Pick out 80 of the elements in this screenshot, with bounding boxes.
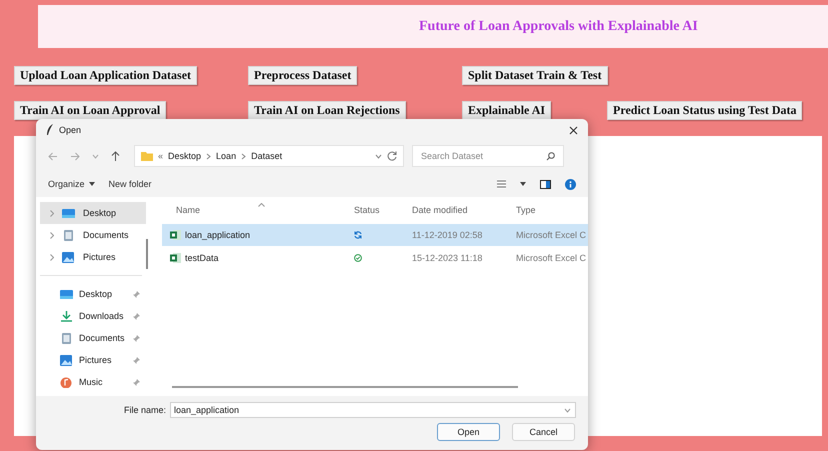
pin-icon bbox=[133, 312, 140, 320]
spreadsheet-icon bbox=[170, 253, 181, 263]
pictures-icon bbox=[62, 252, 75, 262]
nav-item[interactable]: Pictures bbox=[40, 349, 146, 371]
action-button[interactable]: Upload Loan Application Dataset bbox=[14, 66, 198, 85]
document-icon bbox=[62, 230, 75, 240]
spreadsheet-icon bbox=[170, 230, 181, 240]
up-arrow-icon[interactable] bbox=[111, 151, 120, 161]
close-icon[interactable] bbox=[569, 126, 578, 134]
action-button[interactable]: Preprocess Dataset bbox=[248, 66, 358, 85]
file-row[interactable]: testData 15-12-2023 11:18 Microsoft Excel C bbox=[162, 247, 588, 269]
breadcrumb-separator-icon bbox=[206, 152, 212, 160]
cancel-button[interactable]: Cancel bbox=[512, 423, 575, 441]
dialog-title: Open bbox=[59, 125, 82, 135]
file-date: 15-12-2023 11:18 bbox=[412, 253, 484, 263]
pictures-icon bbox=[60, 354, 73, 366]
action-button[interactable]: Train AI on Loan Rejections bbox=[248, 101, 406, 120]
action-button[interactable]: Explainable AI bbox=[462, 101, 552, 120]
chevron-down-icon[interactable] bbox=[564, 408, 571, 413]
breadcrumb-separator-icon bbox=[241, 152, 246, 160]
pin-icon bbox=[133, 334, 140, 342]
nav-item[interactable]: Downloads bbox=[40, 305, 146, 327]
chevron-right-icon bbox=[50, 254, 54, 260]
file-name: loan_application bbox=[185, 230, 250, 240]
file-name: testData bbox=[185, 253, 219, 263]
music-icon bbox=[60, 376, 73, 388]
column-header[interactable]: Status bbox=[354, 205, 412, 215]
file-type: Microsoft Excel C bbox=[516, 230, 588, 240]
caret-icon[interactable] bbox=[520, 182, 526, 186]
field-label: File name: bbox=[124, 405, 166, 415]
pin-icon bbox=[133, 290, 140, 298]
nav-item[interactable]: Music bbox=[40, 371, 146, 393]
refresh-icon[interactable] bbox=[387, 151, 397, 161]
nav-item[interactable]: Desktop bbox=[40, 283, 146, 305]
file-name-field[interactable]: loan_application bbox=[170, 402, 576, 418]
column-header[interactable]: Type bbox=[516, 205, 588, 215]
back-arrow-icon[interactable] bbox=[48, 152, 58, 160]
forward-arrow-icon[interactable] bbox=[70, 152, 80, 160]
new-folder-button[interactable]: New folder bbox=[108, 179, 152, 189]
overflow-chevron[interactable]: « bbox=[158, 151, 164, 161]
app-title: Future of Loan Approvals with Explainable AI bbox=[419, 18, 698, 34]
preview-pane-icon[interactable] bbox=[540, 180, 551, 188]
action-button[interactable]: Train AI on Loan Approval bbox=[14, 101, 166, 120]
nav-item[interactable]: Documents bbox=[40, 327, 146, 349]
action-button[interactable]: Predict Loan Status using Test Data bbox=[607, 101, 802, 120]
nav-item[interactable]: Desktop bbox=[40, 202, 146, 224]
feather-icon bbox=[46, 124, 54, 136]
search-field[interactable]: Search Dataset bbox=[412, 145, 564, 167]
chevron-down-icon[interactable] bbox=[375, 154, 382, 158]
desktop-icon bbox=[62, 208, 75, 218]
file-row[interactable]: loan_application 11-12-2019 02:58 Microsoft Excel C bbox=[162, 224, 588, 246]
folder-icon bbox=[141, 151, 153, 161]
file-date: 11-12-2019 02:58 bbox=[412, 230, 484, 240]
nav-item[interactable]: Documents bbox=[40, 224, 146, 246]
address-bar[interactable]: « Desktop Loan Dataset bbox=[134, 145, 404, 167]
chevron-right-icon bbox=[50, 232, 54, 238]
open-button[interactable]: Open bbox=[437, 423, 500, 441]
caret-icon bbox=[88, 182, 95, 186]
chevron-right-icon bbox=[50, 210, 54, 216]
desktop-icon bbox=[60, 288, 73, 300]
nav-item[interactable]: Pictures bbox=[40, 246, 146, 268]
column-header[interactable]: Date modified bbox=[412, 205, 516, 215]
chevron-down-icon[interactable] bbox=[92, 154, 99, 158]
file-type: Microsoft Excel C bbox=[516, 253, 588, 263]
document-icon bbox=[60, 332, 73, 344]
breadcrumb[interactable]: Desktop bbox=[168, 151, 202, 161]
sort-caret-icon bbox=[258, 203, 265, 207]
organize-menu[interactable]: Organize bbox=[48, 179, 95, 189]
download-icon bbox=[60, 310, 73, 322]
action-button[interactable]: Split Dataset Train & Test bbox=[462, 66, 608, 85]
column-header[interactable]: Name bbox=[162, 205, 354, 215]
view-list-icon[interactable] bbox=[497, 180, 506, 188]
help-icon[interactable] bbox=[565, 178, 576, 190]
breadcrumb[interactable]: Loan bbox=[216, 151, 236, 161]
search-icon[interactable] bbox=[546, 152, 555, 160]
breadcrumb[interactable]: Dataset bbox=[251, 151, 282, 161]
scrollbar[interactable] bbox=[146, 239, 148, 269]
pin-icon bbox=[133, 356, 140, 364]
pin-icon bbox=[133, 378, 140, 386]
scrollbar[interactable] bbox=[172, 386, 518, 388]
